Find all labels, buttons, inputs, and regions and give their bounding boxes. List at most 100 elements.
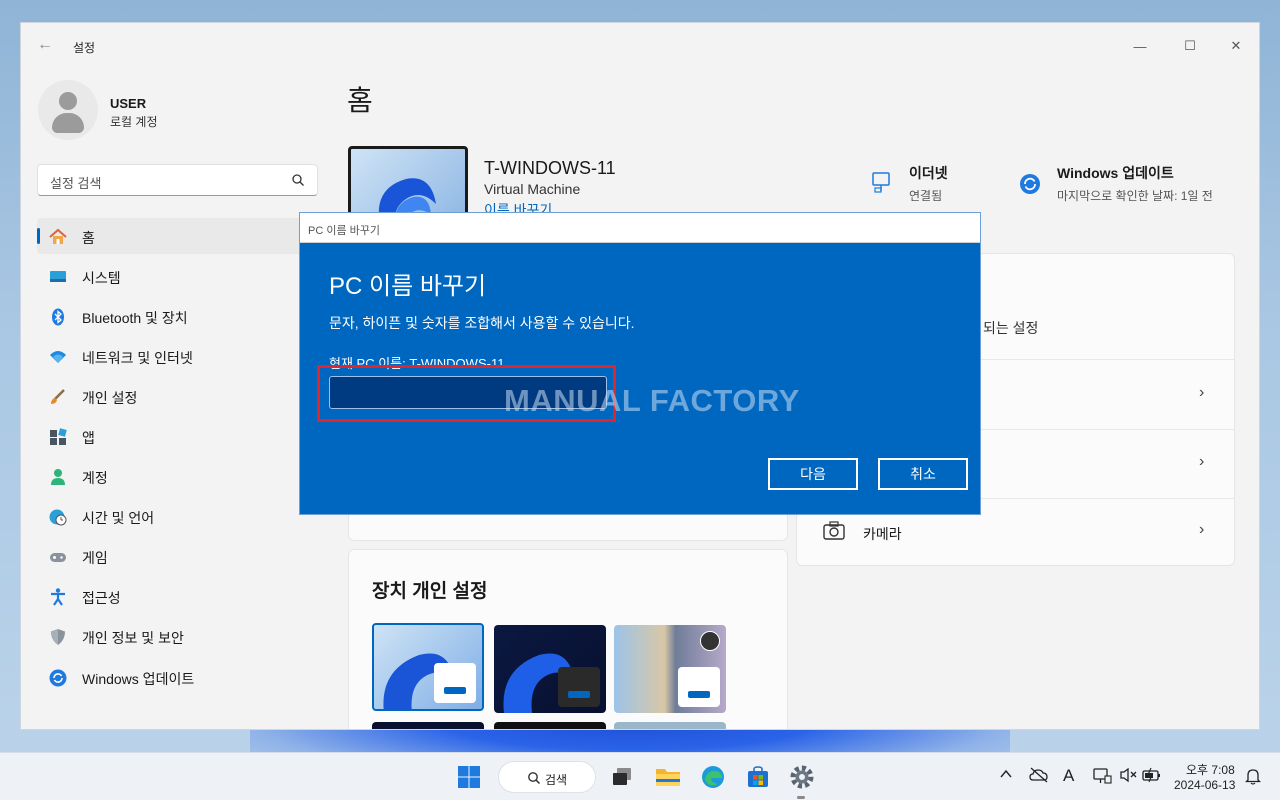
sidebar-item-network[interactable]: 네트워크 및 인터넷 (37, 338, 327, 374)
windows-logo-icon (458, 766, 480, 788)
input-method-indicator[interactable]: A (1063, 766, 1074, 786)
theme-thumbnail-flower[interactable] (614, 625, 726, 713)
clock-date[interactable]: 2024-06-13 (1174, 778, 1235, 792)
clock-time[interactable]: 오후 7:08 (1186, 761, 1235, 778)
device-name: T-WINDOWS-11 (484, 158, 616, 178)
notification-bell-icon[interactable] (1244, 767, 1262, 788)
camera-icon (823, 521, 845, 540)
taskbar-preview (678, 667, 720, 707)
sidebar-item-windows-update[interactable]: Windows 업데이트 (37, 659, 327, 695)
sidebar-item-label: 계정 (82, 470, 108, 486)
settings-search-input[interactable]: 설정 검색 (37, 164, 318, 196)
taskbar-search-label: 검색 (545, 773, 568, 787)
dialog-window-title: PC 이름 바꾸기 (308, 225, 380, 237)
edge-button[interactable] (699, 763, 727, 791)
bluetooth-icon (48, 307, 68, 327)
theme-thumbnail-light[interactable] (372, 623, 484, 711)
taskbar-preview (434, 663, 476, 703)
maximize-button[interactable]: ☐ (1167, 31, 1213, 61)
dialog-description: 문자, 하이픈 및 숫자를 조합해서 사용할 수 있습니다. (329, 315, 635, 331)
update-status-title: Windows 업데이트 (1057, 165, 1174, 181)
volume-muted-icon[interactable] (1119, 767, 1139, 786)
dialog-title-bar: PC 이름 바꾸기 (300, 213, 980, 243)
chevron-right-icon[interactable]: › (1199, 384, 1204, 402)
edge-browser-icon (702, 766, 724, 788)
search-placeholder: 설정 검색 (50, 176, 102, 191)
taskbar: 검색 A 오후 7:08 2024-06-13 (0, 752, 1280, 800)
account-type: 로컬 계정 (110, 115, 158, 129)
back-arrow-icon[interactable]: ← (37, 37, 53, 53)
device-type: Virtual Machine (484, 181, 581, 197)
theme-thumbnail-partial[interactable] (614, 722, 726, 729)
theme-thumbnail-partial[interactable] (372, 722, 484, 729)
network-tray-icon[interactable] (1092, 767, 1112, 788)
home-icon (48, 227, 68, 247)
update-icon (48, 668, 68, 688)
next-button[interactable]: 다음 (768, 458, 858, 490)
sidebar-item-accessibility[interactable]: 접근성 (37, 578, 327, 614)
cancel-button[interactable]: 취소 (878, 458, 968, 490)
gamepad-icon (48, 547, 68, 567)
search-icon (292, 174, 304, 186)
personalize-card: 장치 개인 설정 (348, 549, 788, 729)
apps-icon (48, 427, 68, 447)
sidebar-item-label: 시스템 (82, 270, 121, 286)
network-status-title: 이더넷 (909, 165, 948, 181)
sidebar-item-label: 개인 설정 (82, 390, 138, 406)
taskbar-search[interactable]: 검색 (498, 761, 596, 793)
app-title: 설정 (73, 41, 96, 55)
file-explorer-button[interactable] (654, 763, 682, 791)
store-button[interactable] (744, 763, 772, 791)
rename-pc-dialog: PC 이름 바꾸기 PC 이름 바꾸기 문자, 하이픈 및 숫자를 조합해서 사… (299, 212, 981, 515)
folder-icon (656, 769, 680, 786)
wifi-icon (48, 347, 68, 367)
sidebar-item-gaming[interactable]: 게임 (37, 538, 327, 574)
chevron-right-icon[interactable]: › (1199, 453, 1204, 471)
windows-update-status-icon (1020, 174, 1040, 194)
page-title: 홈 (347, 85, 373, 116)
brush-icon (48, 387, 68, 407)
sidebar-item-label: 앱 (82, 430, 95, 446)
dialog-heading: PC 이름 바꾸기 (329, 273, 487, 300)
sidebar-item-apps[interactable]: 앱 (37, 418, 327, 454)
close-button[interactable]: ✕ (1213, 31, 1259, 61)
onedrive-offline-icon[interactable] (1029, 767, 1049, 786)
update-status[interactable]: Windows 업데이트 마지막으로 확인한 날짜: 1일 전 (1057, 163, 1213, 204)
chevron-right-icon[interactable]: › (1199, 521, 1204, 539)
task-view-button[interactable] (608, 763, 636, 791)
sidebar-item-accounts[interactable]: 계정 (37, 458, 327, 494)
camera-label: 카메라 (863, 526, 902, 542)
active-indicator (37, 228, 40, 244)
avatar-body (52, 113, 84, 133)
task-view-icon (613, 768, 631, 785)
theme-thumbnail-partial[interactable] (494, 722, 606, 729)
sidebar-item-home[interactable]: 홈 (37, 218, 327, 254)
network-status[interactable]: 이더넷 연결됨 (909, 163, 948, 204)
accessibility-icon (48, 587, 68, 607)
avatar[interactable] (38, 80, 98, 140)
sidebar-item-bluetooth[interactable]: Bluetooth 및 장치 (37, 298, 327, 334)
battery-icon[interactable] (1142, 767, 1162, 786)
title-bar: ← 설정 — ☐ ✕ (21, 23, 1259, 69)
globe-clock-icon (48, 507, 68, 527)
sidebar-item-label: 홈 (82, 230, 95, 246)
running-indicator (797, 796, 805, 799)
account-icon (48, 467, 68, 487)
sidebar-item-privacy[interactable]: 개인 정보 및 보안 (37, 618, 327, 654)
start-button[interactable] (455, 763, 483, 791)
sidebar-item-label: 게임 (82, 550, 108, 566)
sidebar-item-label: Bluetooth 및 장치 (82, 310, 188, 326)
watermark: MANUAL FACTORY (504, 383, 800, 418)
theme-thumbnail-dark[interactable] (494, 625, 606, 713)
personalize-title: 장치 개인 설정 (372, 581, 488, 602)
ethernet-icon (872, 172, 890, 193)
sidebar-item-label: 시간 및 언어 (82, 510, 155, 526)
store-icon (748, 766, 768, 787)
settings-app-button[interactable] (788, 763, 816, 791)
chevron-up-icon[interactable] (999, 767, 1013, 784)
minimize-button[interactable]: — (1117, 31, 1163, 61)
sidebar-item-time-language[interactable]: 시간 및 언어 (37, 498, 327, 534)
user-name: USER (110, 96, 147, 111)
sidebar-item-personalization[interactable]: 개인 설정 (37, 378, 327, 414)
sidebar-item-system[interactable]: 시스템 (37, 258, 327, 294)
